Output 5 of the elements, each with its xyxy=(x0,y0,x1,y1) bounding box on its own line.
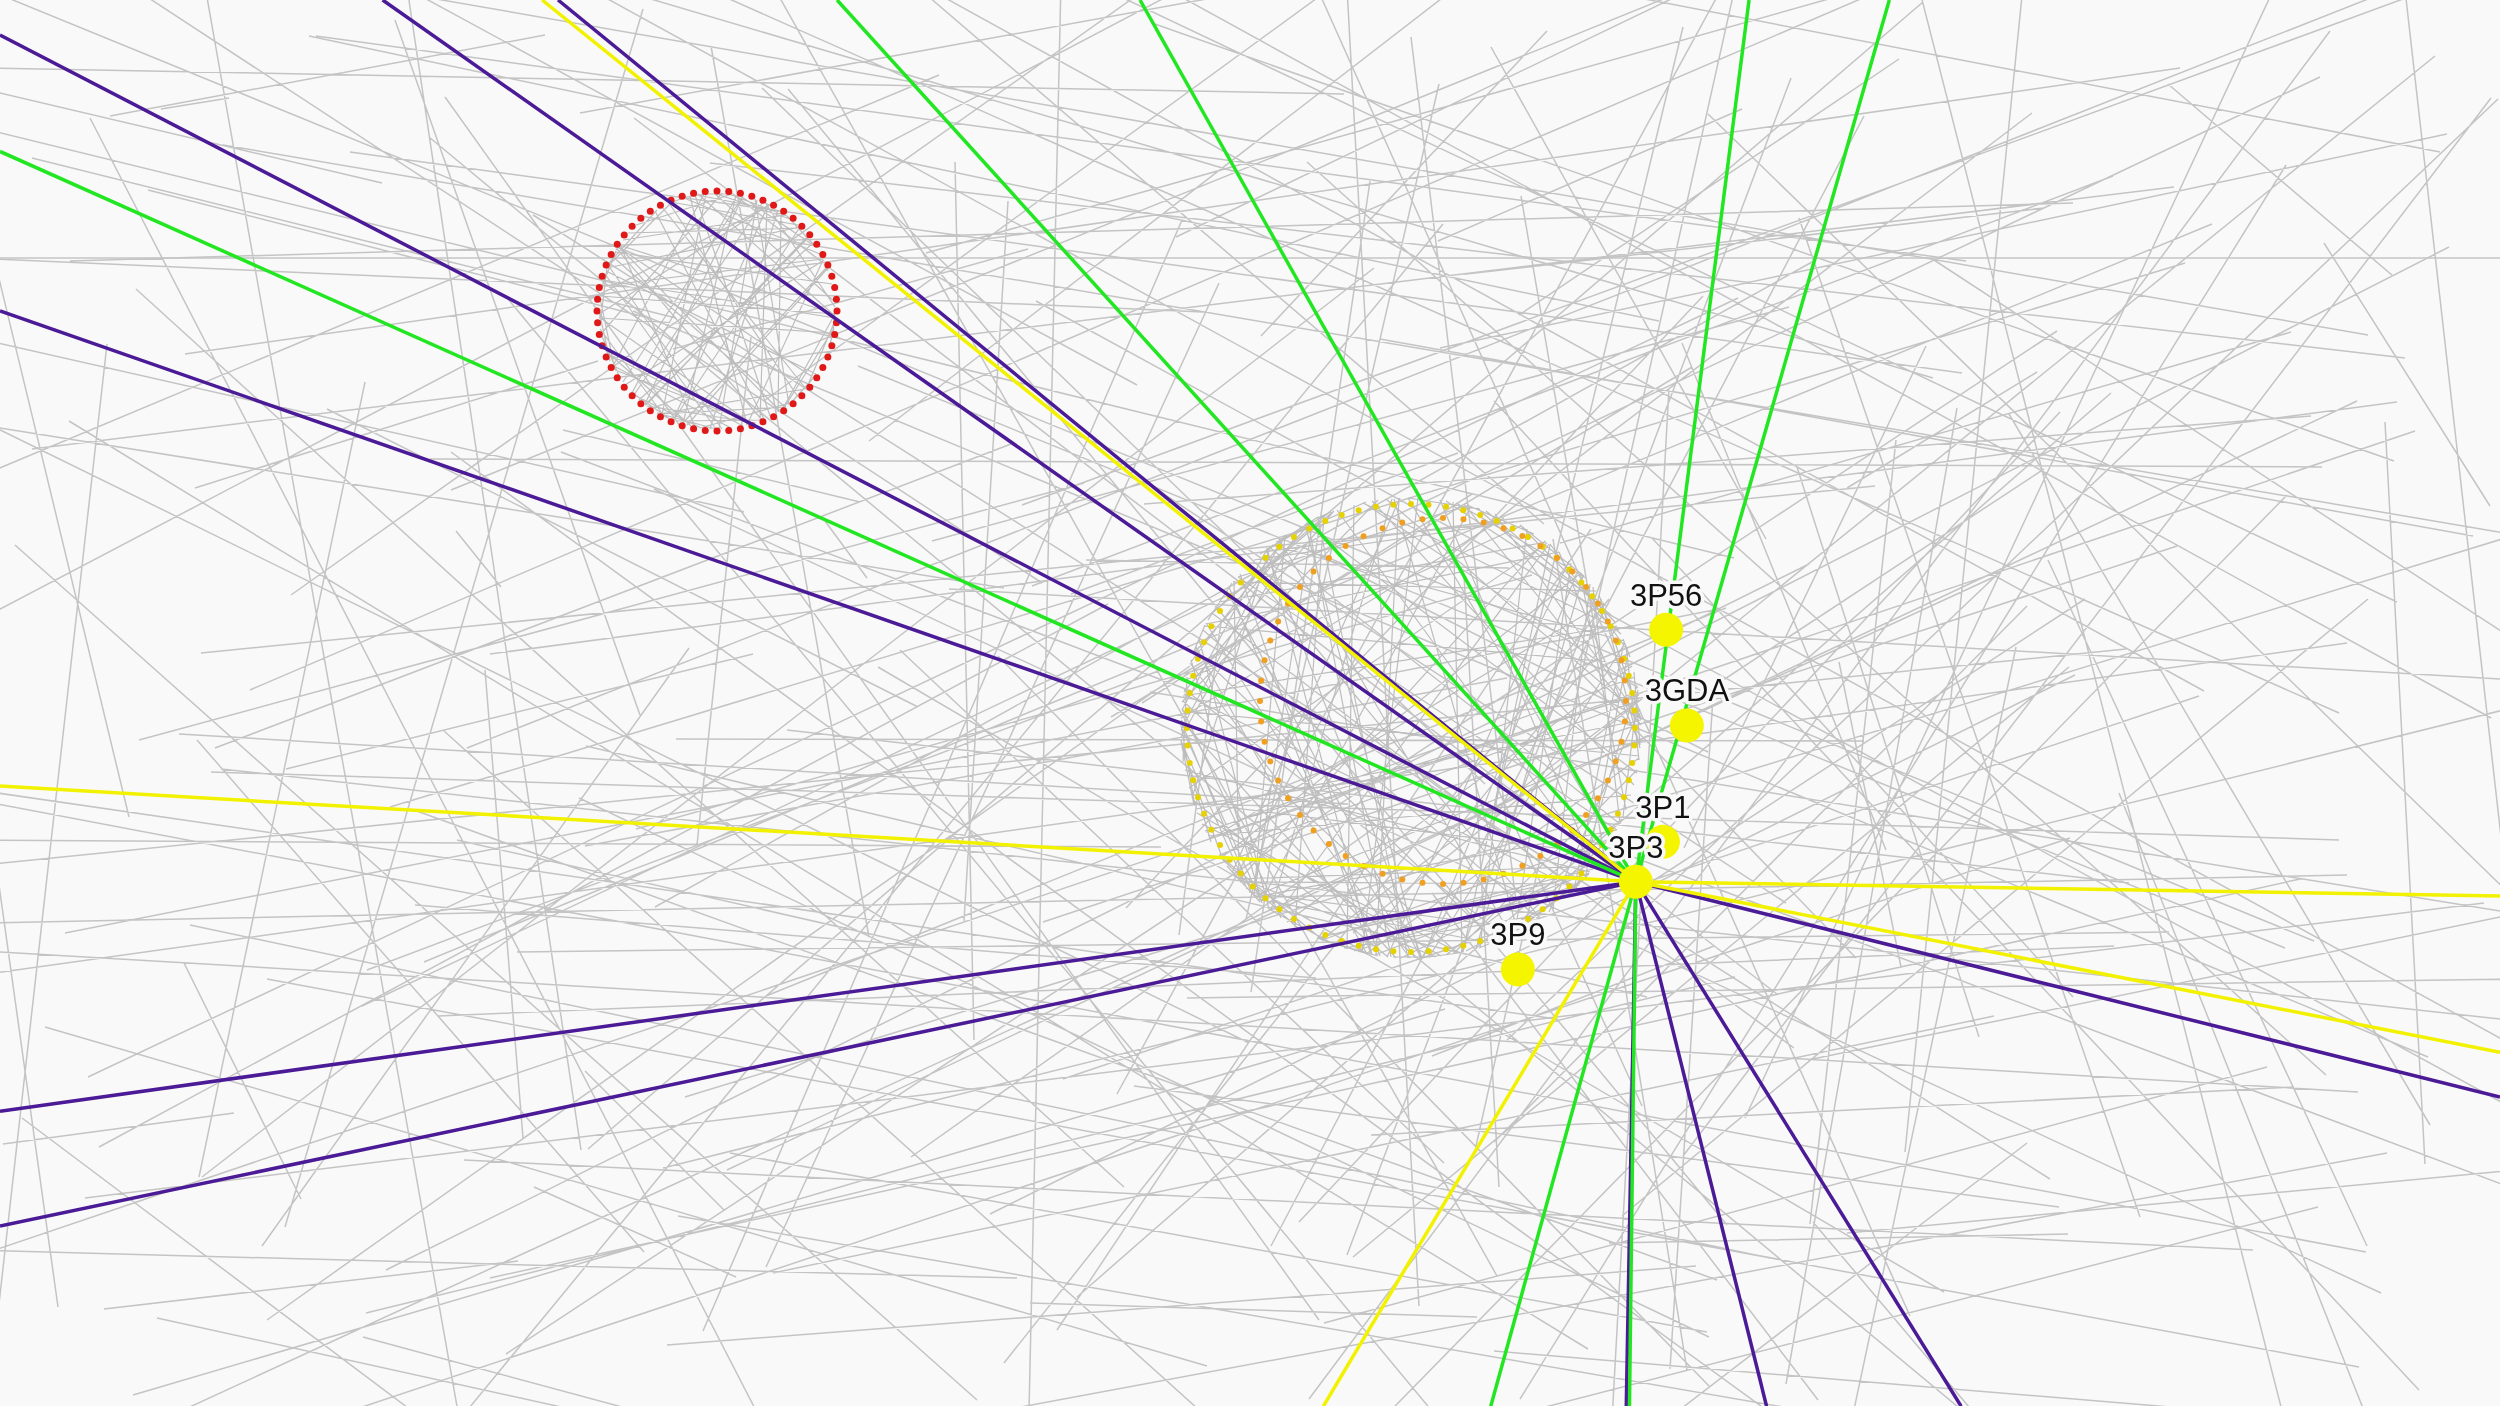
node-dot[interactable] xyxy=(1669,708,1704,743)
node-dot[interactable] xyxy=(1500,952,1535,987)
node-dot[interactable] xyxy=(1649,612,1684,647)
node-dot[interactable] xyxy=(1618,864,1653,899)
node-label: 3P9 xyxy=(1490,917,1546,953)
